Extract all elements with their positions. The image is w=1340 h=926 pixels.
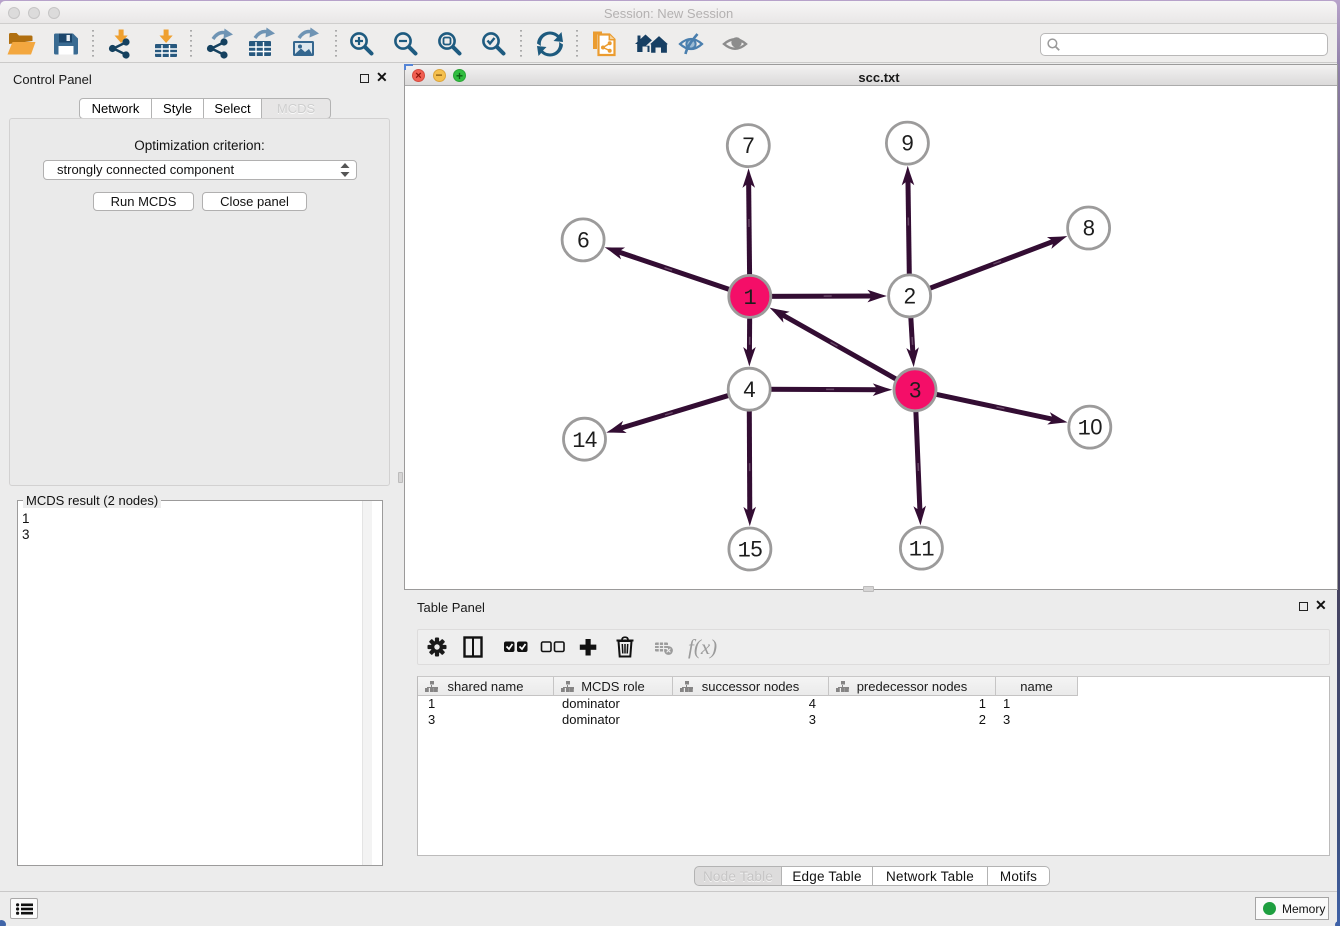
svg-text:3: 3 <box>909 377 921 402</box>
svg-text:2: 2 <box>904 284 916 309</box>
svg-text:8: 8 <box>1083 216 1095 241</box>
svg-text:15: 15 <box>738 537 763 564</box>
svg-text:f(x): f(x) <box>688 635 717 659</box>
svg-text:6: 6 <box>577 228 589 253</box>
svg-text:10: 10 <box>1078 415 1103 442</box>
svg-text:14: 14 <box>572 427 597 454</box>
svg-text:1: 1 <box>743 286 756 311</box>
svg-text:11: 11 <box>909 538 935 563</box>
svg-text:9: 9 <box>902 131 914 156</box>
svg-text:4: 4 <box>743 377 755 402</box>
svg-text:7: 7 <box>742 133 754 158</box>
